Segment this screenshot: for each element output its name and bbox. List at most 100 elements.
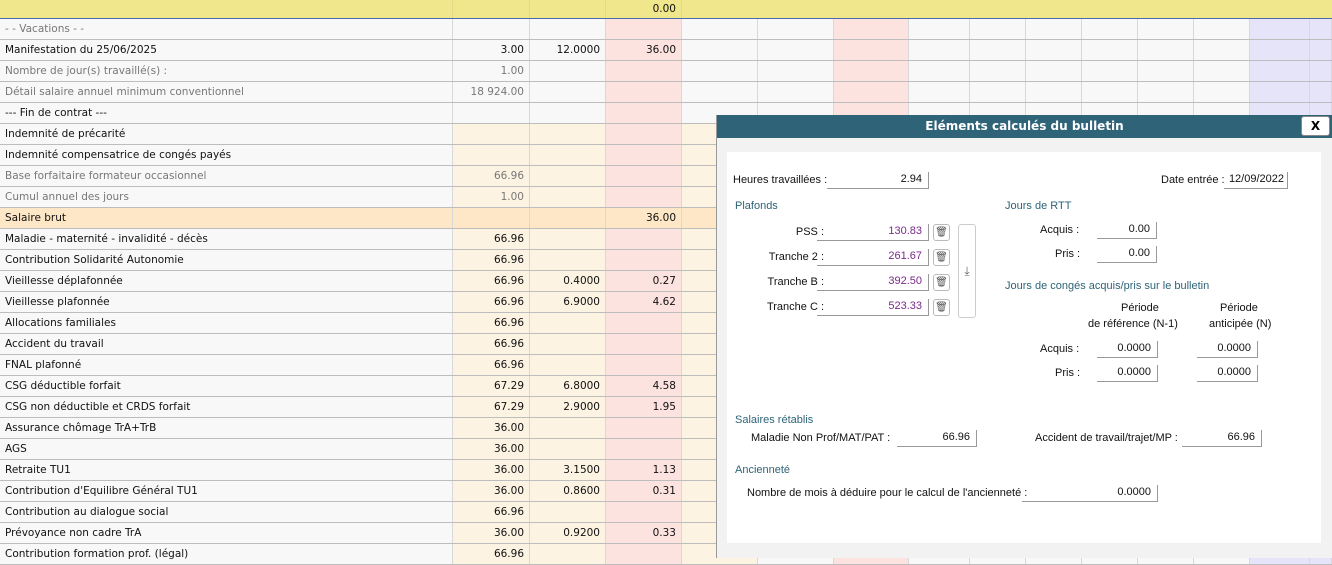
empty-cell[interactable] <box>1082 82 1138 102</box>
conges-acquis-ref-field[interactable]: 0.0000 <box>1097 341 1158 358</box>
empty-cell[interactable] <box>682 61 758 81</box>
empty-cell[interactable] <box>970 61 1026 81</box>
row-value-c2[interactable] <box>530 166 606 186</box>
row-value-c3[interactable]: 1.13 <box>606 460 682 480</box>
row-value-c3[interactable] <box>606 355 682 375</box>
row-value-c3[interactable] <box>606 502 682 522</box>
row-value-c1[interactable]: 66.96 <box>453 313 530 333</box>
close-button[interactable]: X <box>1301 116 1330 136</box>
row-value-c2[interactable] <box>530 250 606 270</box>
row-value-c3[interactable] <box>606 82 682 102</box>
row-value-c1[interactable]: 18 924.00 <box>453 82 530 102</box>
row-value-c2[interactable] <box>530 418 606 438</box>
plafond-field[interactable]: 392.50 <box>817 274 929 291</box>
row-label[interactable]: Indemnité compensatrice de congés payés <box>0 145 453 165</box>
row-value-c1[interactable]: 66.96 <box>453 544 530 564</box>
empty-cell[interactable] <box>1194 19 1250 39</box>
row-value-c3[interactable]: 0.33 <box>606 523 682 543</box>
row-value-c3[interactable] <box>606 229 682 249</box>
table-row[interactable]: - - Vacations - - <box>0 19 1332 40</box>
empty-cell[interactable] <box>834 61 909 81</box>
row-value-c1[interactable]: 36.00 <box>453 439 530 459</box>
empty-cell[interactable] <box>758 19 834 39</box>
date-entree-field[interactable]: 12/09/2022 <box>1224 172 1288 189</box>
row-label[interactable]: - - Vacations - - <box>0 19 453 39</box>
trash-icon[interactable]: 🗑 <box>933 274 950 291</box>
row-value-c3[interactable]: 4.58 <box>606 376 682 396</box>
row-value-c1[interactable]: 36.00 <box>453 418 530 438</box>
row-value-c1[interactable]: 66.96 <box>453 166 530 186</box>
empty-cell[interactable] <box>1138 40 1194 60</box>
row-value-c2[interactable] <box>530 145 606 165</box>
empty-cell[interactable] <box>1026 82 1082 102</box>
empty-cell[interactable] <box>1082 40 1138 60</box>
row-value-c1[interactable]: 66.96 <box>453 502 530 522</box>
row-value-c2[interactable]: 6.9000 <box>530 292 606 312</box>
row-value-c3[interactable]: 4.62 <box>606 292 682 312</box>
row-value-c1[interactable]: 66.96 <box>453 271 530 291</box>
row-value-c2[interactable]: 0.8600 <box>530 481 606 501</box>
row-label[interactable]: Indemnité de précarité <box>0 124 453 144</box>
empty-cell[interactable] <box>834 82 909 102</box>
row-value-c3[interactable] <box>606 19 682 39</box>
row-label[interactable]: Vieillesse plafonnée <box>0 292 453 312</box>
plafond-field[interactable]: 523.33 <box>817 299 929 316</box>
row-value-c3[interactable] <box>606 544 682 564</box>
empty-cell[interactable] <box>758 40 834 60</box>
row-label[interactable]: Nombre de jour(s) travaillé(s) : <box>0 61 453 81</box>
row-value-c3[interactable] <box>606 103 682 123</box>
table-row[interactable]: Nombre de jour(s) travaillé(s) :1.00 <box>0 61 1332 82</box>
conges-pris-ref-field[interactable]: 0.0000 <box>1097 365 1158 382</box>
row-value-c2[interactable] <box>530 502 606 522</box>
heures-field[interactable]: 2.94 <box>827 172 929 189</box>
empty-cell[interactable] <box>1310 40 1332 60</box>
row-label[interactable]: Manifestation du 25/06/2025 <box>0 40 453 60</box>
row-value-c3[interactable] <box>606 313 682 333</box>
empty-cell[interactable] <box>682 19 758 39</box>
row-value-c3[interactable] <box>606 439 682 459</box>
empty-cell[interactable] <box>1310 19 1332 39</box>
row-label[interactable]: Prévoyance non cadre TrA <box>0 523 453 543</box>
empty-cell[interactable] <box>1082 61 1138 81</box>
row-label[interactable]: AGS <box>0 439 453 459</box>
row-value-c2[interactable] <box>530 544 606 564</box>
row-value-c3[interactable] <box>606 187 682 207</box>
row-value-c2[interactable] <box>530 103 606 123</box>
row-value-c3[interactable] <box>606 61 682 81</box>
row-label[interactable]: --- Fin de contrat --- <box>0 103 453 123</box>
row-value-c2[interactable] <box>530 19 606 39</box>
trash-icon[interactable]: 🗑 <box>933 299 950 316</box>
empty-cell[interactable] <box>1250 61 1310 81</box>
row-value-c3[interactable] <box>606 250 682 270</box>
row-value-c1[interactable]: 66.96 <box>453 292 530 312</box>
empty-cell[interactable] <box>1138 82 1194 102</box>
empty-cell[interactable] <box>1082 19 1138 39</box>
row-value-c1[interactable]: 36.00 <box>453 523 530 543</box>
empty-cell[interactable] <box>1194 61 1250 81</box>
row-value-c3[interactable] <box>606 124 682 144</box>
row-value-c2[interactable]: 6.8000 <box>530 376 606 396</box>
row-value-c1[interactable]: 36.00 <box>453 481 530 501</box>
row-label[interactable]: Contribution d'Equilibre Général TU1 <box>0 481 453 501</box>
empty-cell[interactable] <box>1310 82 1332 102</box>
row-label[interactable]: Retraite TU1 <box>0 460 453 480</box>
plafond-field[interactable]: 130.83 <box>817 224 929 241</box>
row-label[interactable]: Contribution au dialogue social <box>0 502 453 522</box>
row-label[interactable]: Contribution formation prof. (légal) <box>0 544 453 564</box>
empty-cell[interactable] <box>834 19 909 39</box>
maladie-field[interactable]: 66.96 <box>897 430 977 447</box>
empty-cell[interactable] <box>758 61 834 81</box>
row-value-c1[interactable]: 1.00 <box>453 61 530 81</box>
empty-cell[interactable] <box>1026 19 1082 39</box>
empty-cell[interactable] <box>1250 19 1310 39</box>
row-value-c3[interactable] <box>606 418 682 438</box>
empty-cell[interactable] <box>1138 19 1194 39</box>
row-value-c1[interactable]: 36.00 <box>453 460 530 480</box>
row-value-c3[interactable] <box>606 334 682 354</box>
row-value-c2[interactable]: 12.0000 <box>530 40 606 60</box>
row-value-c2[interactable]: 0.9200 <box>530 523 606 543</box>
empty-cell[interactable] <box>1138 61 1194 81</box>
row-value-c2[interactable]: 0.4000 <box>530 271 606 291</box>
plafond-field[interactable]: 261.67 <box>817 249 929 266</box>
empty-cell[interactable] <box>1310 61 1332 81</box>
